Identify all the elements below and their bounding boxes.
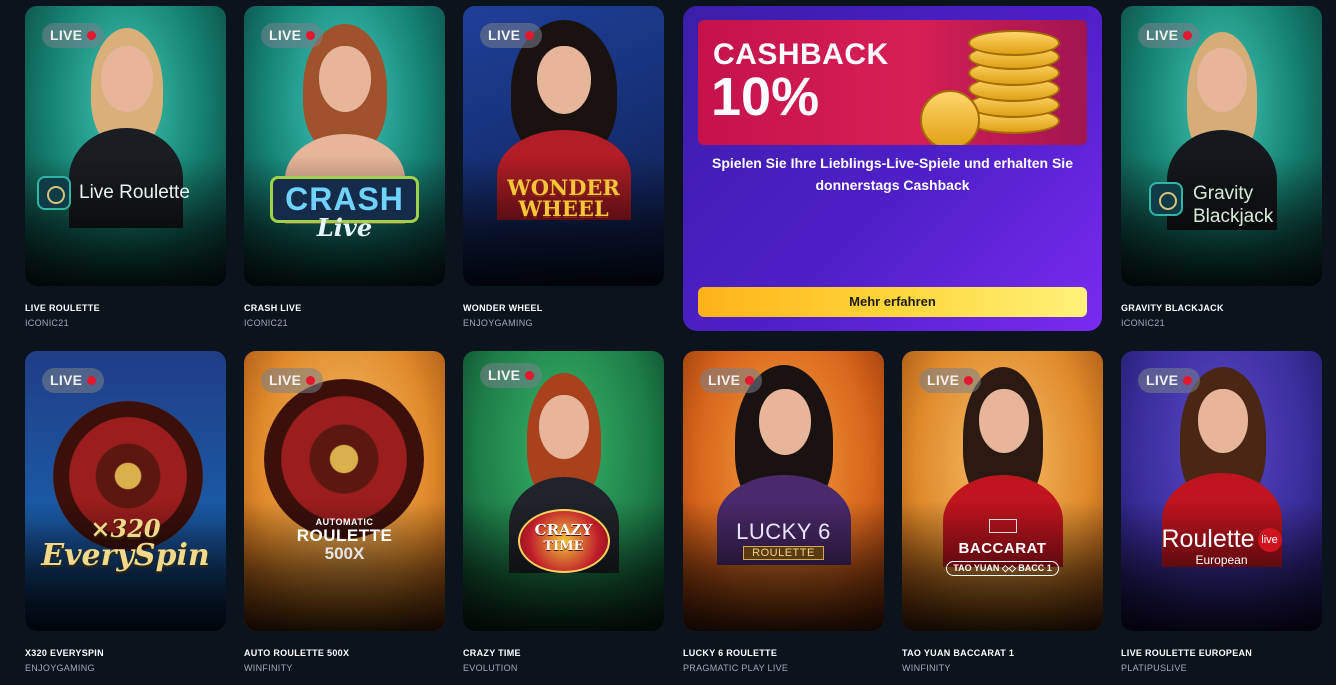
game-provider: ENJOYGAMING xyxy=(25,663,95,673)
live-badge: LIVE xyxy=(480,363,543,388)
game-provider: PRAGMATIC PLAY LIVE xyxy=(683,663,789,673)
game-logo: CRASH Live xyxy=(244,176,445,242)
baccarat-cards-icon xyxy=(988,519,1017,533)
game-card-x320-everyspin[interactable]: ×320 EverySpin LIVE X320 EVERYSPIN ENJOY… xyxy=(25,351,226,673)
cashback-banner: CASHBACK 10% xyxy=(698,20,1087,145)
game-card-tao-yuan-baccarat[interactable]: BACCARAT TAO YUAN ◇◇ BACC 1 LIVE TAO YUA… xyxy=(902,351,1103,673)
live-dot-icon xyxy=(525,31,535,40)
game-thumbnail[interactable]: BACCARAT TAO YUAN ◇◇ BACC 1 LIVE xyxy=(902,351,1103,631)
game-card-crazy-time[interactable]: CRAZY TIME LIVE CRAZY TIME EVOLUTION xyxy=(463,351,664,673)
live-dot-icon xyxy=(745,376,755,385)
game-title: LIVE ROULETTE xyxy=(25,303,100,313)
game-card-live-roulette[interactable]: Live Roulette LIVE LIVE ROULETTE ICONIC2… xyxy=(25,6,226,328)
live-badge: LIVE xyxy=(42,23,105,48)
game-logo: LUCKY 6 ROULETTE xyxy=(736,519,831,560)
game-logo: CRAZY TIME xyxy=(463,509,664,573)
game-thumbnail[interactable]: Live Roulette LIVE xyxy=(25,6,226,286)
game-thumbnail[interactable]: LUCKY 6 ROULETTE LIVE xyxy=(683,351,884,631)
live-badge: LIVE xyxy=(919,368,982,393)
game-logo: ×320 EverySpin xyxy=(41,514,210,573)
game-card-crash-live[interactable]: CRASH Live LIVE CRASH LIVE ICONIC21 xyxy=(244,6,445,328)
live-dot-icon xyxy=(1183,31,1193,40)
game-card-lucky-6-roulette[interactable]: LUCKY 6 ROULETTE LIVE LUCKY 6 ROULETTE P… xyxy=(683,351,884,673)
roulette-hex-icon xyxy=(37,176,71,210)
game-title: X320 EVERYSPIN xyxy=(25,648,104,658)
game-title: LUCKY 6 ROULETTE xyxy=(683,648,778,658)
game-provider: WINFINITY xyxy=(902,663,951,673)
game-logo: AUTOMATIC ROULETTE 500X xyxy=(296,517,393,563)
game-logo: Gravity Blackjack xyxy=(1121,182,1322,228)
live-dot-icon xyxy=(87,31,97,40)
live-dot-icon xyxy=(525,371,535,380)
game-title: GRAVITY BLACKJACK xyxy=(1121,303,1224,313)
game-card-auto-roulette-500x[interactable]: AUTOMATIC ROULETTE 500X LIVE AUTO ROULET… xyxy=(244,351,445,673)
live-badge: LIVE xyxy=(261,23,324,48)
game-logo: WONDER WHEEL xyxy=(507,175,620,221)
game-thumbnail[interactable]: CRASH Live LIVE xyxy=(244,6,445,286)
game-card-wonder-wheel[interactable]: WONDER WHEEL LIVE WONDER WHEEL ENJOYGAMI… xyxy=(463,6,664,328)
promo-description: Spielen Sie Ihre Lieblings-Live-Spiele u… xyxy=(712,155,1073,193)
game-provider: ICONIC21 xyxy=(244,318,288,328)
live-dot-icon xyxy=(306,31,316,40)
game-card-gravity-blackjack[interactable]: Gravity Blackjack LIVE GRAVITY BLACKJACK… xyxy=(1121,6,1322,328)
game-provider: WINFINITY xyxy=(244,663,293,673)
game-thumbnail[interactable]: WONDER WHEEL LIVE xyxy=(463,6,664,286)
game-provider: ICONIC21 xyxy=(1121,318,1165,328)
promo-percent: 10% xyxy=(711,67,820,127)
live-dot-icon xyxy=(1183,376,1193,385)
game-title: LIVE ROULETTE EUROPEAN xyxy=(1121,648,1253,658)
game-card-live-roulette-european[interactable]: Roulette live European LIVE LIVE ROULETTE… xyxy=(1121,351,1322,673)
game-provider: EVOLUTION xyxy=(463,663,518,673)
game-thumbnail[interactable]: ×320 EverySpin LIVE xyxy=(25,351,226,631)
live-dot-icon xyxy=(964,376,974,385)
game-logo: Roulette live European xyxy=(1121,525,1322,567)
live-dot-icon xyxy=(306,376,316,385)
live-badge: LIVE xyxy=(42,368,105,393)
game-provider: ICONIC21 xyxy=(25,318,69,328)
game-thumbnail[interactable]: AUTOMATIC ROULETTE 500X LIVE xyxy=(244,351,445,631)
game-thumbnail[interactable]: Roulette live European LIVE xyxy=(1121,351,1322,631)
more-info-button[interactable]: Mehr erfahren xyxy=(698,287,1087,317)
game-thumbnail[interactable]: CRAZY TIME LIVE xyxy=(463,351,664,631)
game-provider: ENJOYGAMING xyxy=(463,318,533,328)
blackjack-hex-icon xyxy=(1149,182,1183,216)
live-badge: LIVE xyxy=(480,23,543,48)
game-title: AUTO ROULETTE 500X xyxy=(244,648,350,658)
game-title: WONDER WHEEL xyxy=(463,303,543,313)
game-title: CRAZY TIME xyxy=(463,648,521,658)
live-dot-icon xyxy=(87,376,97,385)
game-provider: PLATIPUSLIVE xyxy=(1121,663,1187,673)
live-badge: LIVE xyxy=(1138,368,1201,393)
cashback-promo-card: CASHBACK 10% Spielen Sie Ihre Lieblings-… xyxy=(683,6,1102,331)
game-logo: Live Roulette xyxy=(25,176,226,210)
game-title: CRASH LIVE xyxy=(244,303,302,313)
live-badge: LIVE xyxy=(261,368,324,393)
game-thumbnail[interactable]: Gravity Blackjack LIVE xyxy=(1121,6,1322,286)
live-badge: LIVE xyxy=(1138,23,1201,48)
game-logo: BACCARAT TAO YUAN ◇◇ BACC 1 xyxy=(902,519,1103,576)
game-title: TAO YUAN BACCARAT 1 xyxy=(902,648,1015,658)
live-badge: LIVE xyxy=(700,368,763,393)
